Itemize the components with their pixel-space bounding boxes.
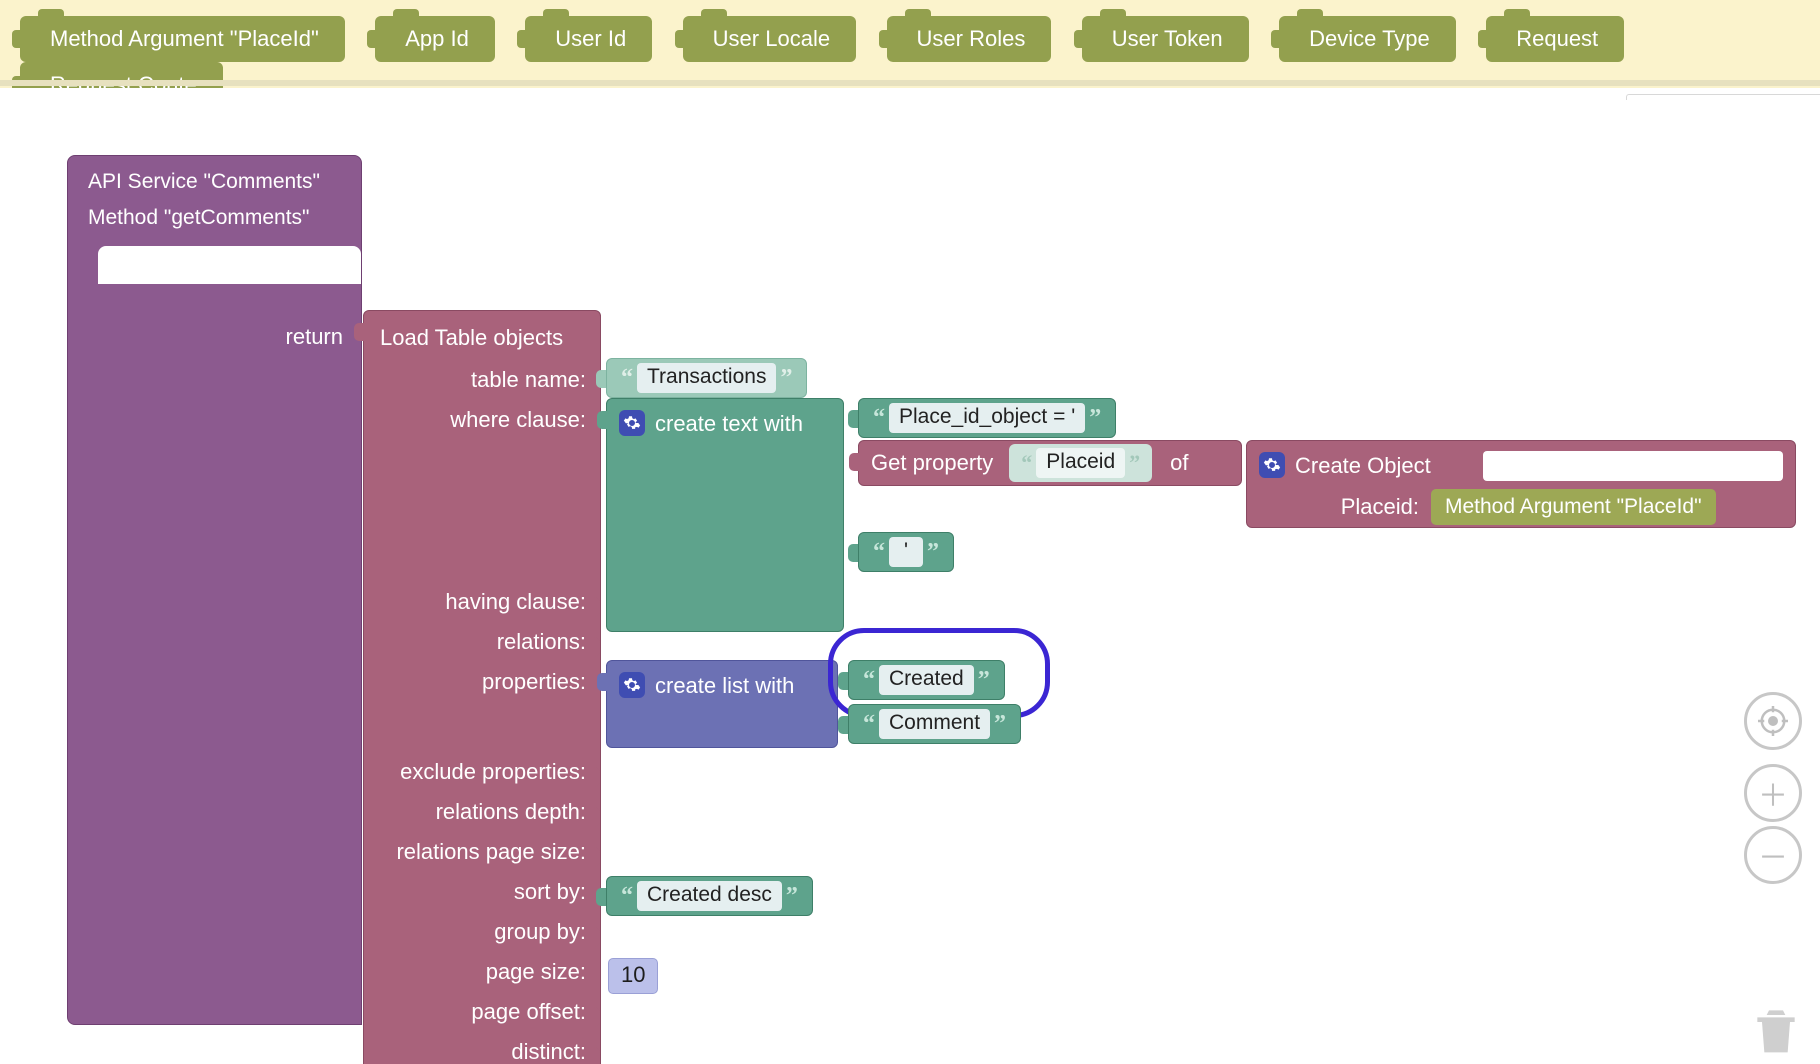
create-text-with-block[interactable]: create text with bbox=[606, 398, 844, 632]
where-clause-literal-text-2[interactable]: ' bbox=[889, 537, 923, 567]
open-quote-icon: “ bbox=[859, 711, 879, 738]
sort-by-text[interactable]: Created desc bbox=[637, 881, 782, 911]
load-table-objects-block[interactable]: Load Table objects table name: where cla… bbox=[363, 310, 601, 1064]
where-clause-literal-text[interactable]: Place_id_object = ' bbox=[889, 403, 1085, 433]
close-quote-icon: ” bbox=[1085, 405, 1105, 432]
open-quote-icon: “ bbox=[617, 883, 637, 910]
where-clause-literal-1[interactable]: “ Place_id_object = ' ” bbox=[858, 398, 1116, 438]
list-item-created-text[interactable]: Created bbox=[879, 665, 974, 695]
row-label-relations-depth: relations depth: bbox=[436, 799, 586, 825]
row-label-page-offset: page offset: bbox=[471, 999, 586, 1025]
zoom-in-button[interactable]: ＋ bbox=[1744, 764, 1802, 822]
create-text-with-label: create text with bbox=[655, 411, 803, 437]
root-block-method-label: Method "getComments" bbox=[88, 206, 310, 230]
row-label-sort-by: sort by: bbox=[514, 879, 586, 905]
sort-by-value-block[interactable]: “ Created desc ” bbox=[606, 876, 813, 916]
api-service-root-block[interactable]: API Service "Comments" Method "getCommen… bbox=[67, 155, 362, 1025]
empty-value-slot[interactable] bbox=[588, 1007, 600, 1027]
root-block-statement-slot bbox=[98, 246, 361, 284]
open-quote-icon: “ bbox=[869, 405, 889, 432]
close-quote-icon: ” bbox=[974, 667, 994, 694]
context-block-request[interactable]: Request bbox=[1486, 16, 1624, 62]
create-list-with-block[interactable]: create list with bbox=[606, 660, 838, 748]
create-object-empty-slot[interactable] bbox=[1483, 451, 1783, 481]
context-block-method-arg-placeid[interactable]: Method Argument "PlaceId" bbox=[20, 16, 345, 62]
gear-icon[interactable] bbox=[619, 410, 645, 436]
context-block-bar: Method Argument "PlaceId" App Id User Id… bbox=[0, 0, 1820, 88]
open-quote-icon: “ bbox=[859, 667, 879, 694]
property-name-pill[interactable]: “ Placeid ” bbox=[1009, 444, 1152, 482]
trash-icon[interactable] bbox=[1748, 1000, 1804, 1058]
row-label-relations-page-size: relations page size: bbox=[396, 839, 586, 865]
row-label-table-name: table name: bbox=[471, 367, 586, 393]
open-quote-icon: “ bbox=[1017, 450, 1036, 476]
close-quote-icon: ” bbox=[776, 365, 796, 392]
close-quote-icon: ” bbox=[782, 883, 802, 910]
property-name-text[interactable]: Placeid bbox=[1036, 448, 1125, 478]
context-block-app-id[interactable]: App Id bbox=[375, 16, 495, 62]
recenter-button[interactable] bbox=[1744, 692, 1802, 750]
empty-value-slot[interactable] bbox=[588, 847, 600, 867]
empty-value-slot[interactable] bbox=[588, 637, 600, 657]
zoom-out-button[interactable]: － bbox=[1744, 826, 1802, 884]
empty-value-slot[interactable] bbox=[588, 927, 600, 947]
create-object-label: Create Object bbox=[1295, 453, 1431, 479]
row-label-page-size: page size: bbox=[486, 959, 586, 985]
row-label-relations: relations: bbox=[497, 629, 586, 655]
table-name-text[interactable]: Transactions bbox=[637, 363, 776, 393]
open-quote-icon: “ bbox=[869, 539, 889, 566]
context-block-user-locale[interactable]: User Locale bbox=[683, 16, 856, 62]
context-block-user-token[interactable]: User Token bbox=[1082, 16, 1249, 62]
context-block-user-roles[interactable]: User Roles bbox=[887, 16, 1052, 62]
gear-icon[interactable] bbox=[619, 672, 645, 698]
close-quote-icon: ” bbox=[923, 539, 943, 566]
close-quote-icon: ” bbox=[1125, 450, 1144, 476]
create-object-block[interactable]: Create Object Placeid: Method Argument "… bbox=[1246, 440, 1796, 528]
gear-icon[interactable] bbox=[1259, 452, 1285, 478]
open-quote-icon: “ bbox=[617, 365, 637, 392]
list-item-comment-text[interactable]: Comment bbox=[879, 709, 990, 739]
context-scrollbar-track[interactable] bbox=[0, 80, 1820, 86]
get-property-block[interactable]: Get property “ Placeid ” of bbox=[858, 440, 1242, 486]
get-property-label: Get property bbox=[871, 450, 993, 476]
method-argument-placeid-inline[interactable]: Method Argument "PlaceId" bbox=[1431, 489, 1716, 525]
create-object-prop-label: Placeid: bbox=[1259, 494, 1431, 520]
page-size-number[interactable]: 10 bbox=[608, 958, 658, 994]
row-label-exclude-properties: exclude properties: bbox=[400, 759, 586, 785]
empty-value-slot[interactable] bbox=[588, 597, 600, 617]
list-item-created-block[interactable]: “ Created ” bbox=[848, 660, 1005, 700]
row-label-distinct: distinct: bbox=[511, 1039, 586, 1064]
empty-value-slot[interactable] bbox=[588, 1047, 600, 1064]
blockly-workspace[interactable]: API Service "Comments" Method "getCommen… bbox=[0, 100, 1820, 1064]
where-clause-literal-2[interactable]: “ ' ” bbox=[858, 532, 954, 572]
empty-value-slot[interactable] bbox=[588, 767, 600, 787]
close-quote-icon: ” bbox=[990, 711, 1010, 738]
table-name-value-block[interactable]: “ Transactions ” bbox=[606, 358, 807, 398]
empty-value-slot[interactable] bbox=[588, 807, 600, 827]
row-label-where-clause: where clause: bbox=[450, 407, 586, 433]
context-block-device-type[interactable]: Device Type bbox=[1279, 16, 1456, 62]
page-size-number-block[interactable]: 10 bbox=[608, 958, 658, 994]
root-block-service-label: API Service "Comments" bbox=[88, 170, 320, 194]
list-item-comment-block[interactable]: “ Comment ” bbox=[848, 704, 1021, 744]
root-block-return-label: return bbox=[286, 324, 343, 350]
create-list-with-label: create list with bbox=[655, 673, 794, 699]
row-label-properties: properties: bbox=[482, 669, 586, 695]
context-block-user-id[interactable]: User Id bbox=[525, 16, 652, 62]
row-label-group-by: group by: bbox=[494, 919, 586, 945]
row-label-having-clause: having clause: bbox=[445, 589, 586, 615]
of-label: of bbox=[1170, 450, 1188, 476]
